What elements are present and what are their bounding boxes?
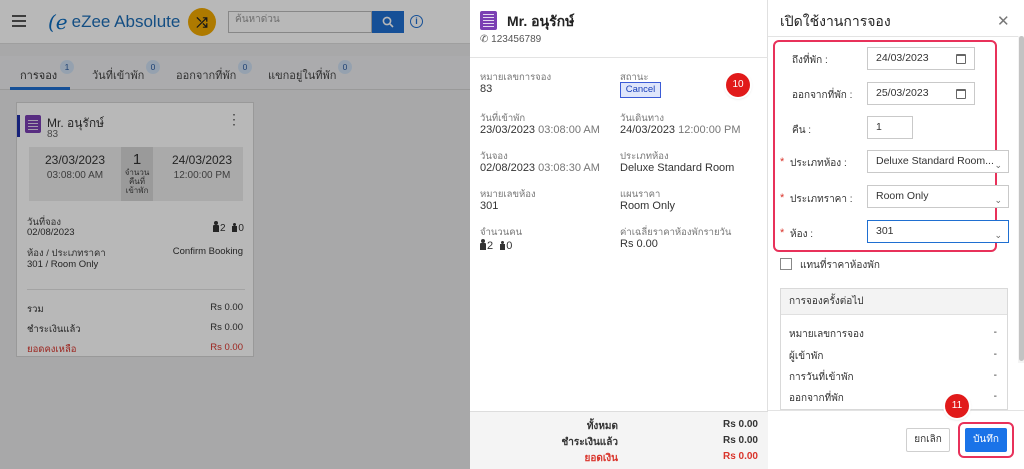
cancel-button[interactable]: ยกเลิก	[906, 428, 950, 452]
next-row-value: -	[993, 349, 997, 360]
next-row-value: -	[993, 391, 997, 402]
panel-title: เปิดใช้งานการจอง	[780, 13, 891, 29]
step-badge: 11	[945, 394, 969, 418]
chevron-down-icon: ⌄	[994, 195, 1002, 205]
checkout-date: 24/03/2023	[620, 124, 676, 136]
footer-paid-label: ชำระเงินแล้ว	[561, 437, 618, 448]
room-type-select[interactable]: Deluxe Standard Room... ⌄	[867, 150, 1009, 173]
child-icon	[500, 241, 506, 250]
checkout-time: 12:00:00 PM	[678, 124, 741, 136]
booking-no: 83	[480, 83, 493, 95]
adult-icon	[480, 239, 486, 250]
booking-datetime: 02/08/2023 03:08:30 AM	[480, 162, 600, 174]
detail-phone: ✆ 123456789	[480, 34, 541, 45]
status-badge: Cancel	[620, 82, 661, 98]
pax-label: จำนวนคน	[480, 227, 523, 238]
next-row-label: หมายเลขการจอง	[789, 329, 864, 340]
step-badge: 10	[726, 73, 750, 97]
required-marker: *	[780, 156, 785, 168]
phone-icon: ✆	[480, 34, 489, 45]
room-type: Deluxe Standard Room	[620, 162, 735, 174]
child-count: 0	[506, 240, 513, 252]
scrollbar-thumb[interactable]	[1019, 36, 1024, 361]
next-booking-box: การจองครั้งต่อไป หมายเลขการจอง - ผู้เข้า…	[780, 288, 1008, 410]
checkin-date-field[interactable]: 24/03/2023	[867, 47, 975, 70]
next-row-label: การวันที่เข้าพัก	[789, 372, 854, 383]
required-marker: *	[780, 227, 785, 239]
room-label: ห้อง :	[790, 229, 814, 240]
checkin-time: 03:08:00 AM	[538, 124, 600, 136]
override-rate-label[interactable]: แทนที่ราคาห้องพัก	[800, 258, 880, 273]
checkin-date: 23/03/2023	[480, 124, 536, 136]
footer-total: Rs 0.00	[722, 419, 758, 430]
checkin-datetime: 23/03/2023 03:08:00 AM	[480, 124, 600, 136]
rate-type-select[interactable]: Room Only ⌄	[867, 185, 1009, 208]
booking-time: 03:08:30 AM	[538, 162, 600, 174]
divider	[768, 36, 1024, 37]
adult-count: 2	[487, 240, 494, 252]
checkout-label: ออกจากที่พัก :	[792, 90, 853, 101]
rate-plan: Room Only	[620, 200, 676, 212]
nights-input[interactable]: 1	[867, 116, 913, 139]
next-booking-title: การจองครั้งต่อไป	[781, 289, 1007, 315]
room-value: 301	[876, 225, 894, 237]
footer-due-label: ยอดเงิน	[584, 453, 619, 464]
pax-count: 2 0	[480, 239, 512, 252]
divider	[768, 410, 1024, 411]
next-row-label: ผู้เข้าพัก	[789, 351, 824, 362]
reactivate-booking-panel: เปิดใช้งานการจอง ✕ ถึงที่พัก : 24/03/202…	[768, 0, 1024, 469]
divider	[470, 57, 768, 58]
chevron-down-icon: ⌄	[994, 230, 1002, 240]
checkout-date-field[interactable]: 25/03/2023	[867, 82, 975, 105]
room-type-value: Deluxe Standard Room...	[876, 155, 994, 167]
next-row-value: -	[993, 327, 997, 338]
calendar-icon[interactable]	[956, 89, 966, 99]
detail-guest-name: Mr. อนุรักษ์	[507, 13, 575, 29]
hotel-icon	[480, 11, 497, 30]
checkin-label: ถึงที่พัก :	[792, 55, 828, 66]
checkout-datetime: 24/03/2023 12:00:00 PM	[620, 124, 741, 136]
checkin-value: 24/03/2023	[876, 52, 929, 64]
close-icon[interactable]: ✕	[997, 12, 1010, 30]
chevron-down-icon: ⌄	[994, 160, 1002, 170]
room-type-label: ประเภทห้อง :	[790, 158, 847, 169]
checkout-value: 25/03/2023	[876, 87, 929, 99]
rate-type-value: Room Only	[876, 190, 929, 202]
booking-detail-panel: Mr. อนุรักษ์ ✆ 123456789 หมายเลขการจอง 8…	[470, 0, 768, 469]
avg-rate: Rs 0.00	[620, 238, 658, 250]
highlight-box: บันทึก	[958, 422, 1014, 458]
footer-paid: Rs 0.00	[722, 435, 758, 446]
rate-type-label: ประเภทราคา :	[790, 194, 853, 205]
nights-label: คืน :	[792, 125, 812, 136]
next-row-value: -	[993, 370, 997, 381]
room-select[interactable]: 301 ⌄	[867, 220, 1009, 243]
phone-number: 123456789	[491, 34, 542, 45]
footer-due: Rs 0.00	[722, 451, 758, 462]
modal-backdrop[interactable]	[0, 0, 470, 469]
room-no: 301	[480, 200, 499, 212]
override-rate-checkbox[interactable]	[780, 258, 792, 270]
calendar-icon[interactable]	[956, 54, 966, 64]
booking-date: 02/08/2023	[480, 162, 536, 174]
next-row-label: ออกจากที่พัก	[789, 393, 844, 404]
required-marker: *	[780, 192, 785, 204]
save-button[interactable]: บันทึก	[965, 428, 1007, 452]
detail-footer: ทั้งหมด Rs 0.00 ชำระเงินแล้ว Rs 0.00 ยอด…	[470, 411, 768, 469]
scrollbar[interactable]	[1018, 36, 1024, 363]
footer-total-label: ทั้งหมด	[586, 421, 618, 432]
